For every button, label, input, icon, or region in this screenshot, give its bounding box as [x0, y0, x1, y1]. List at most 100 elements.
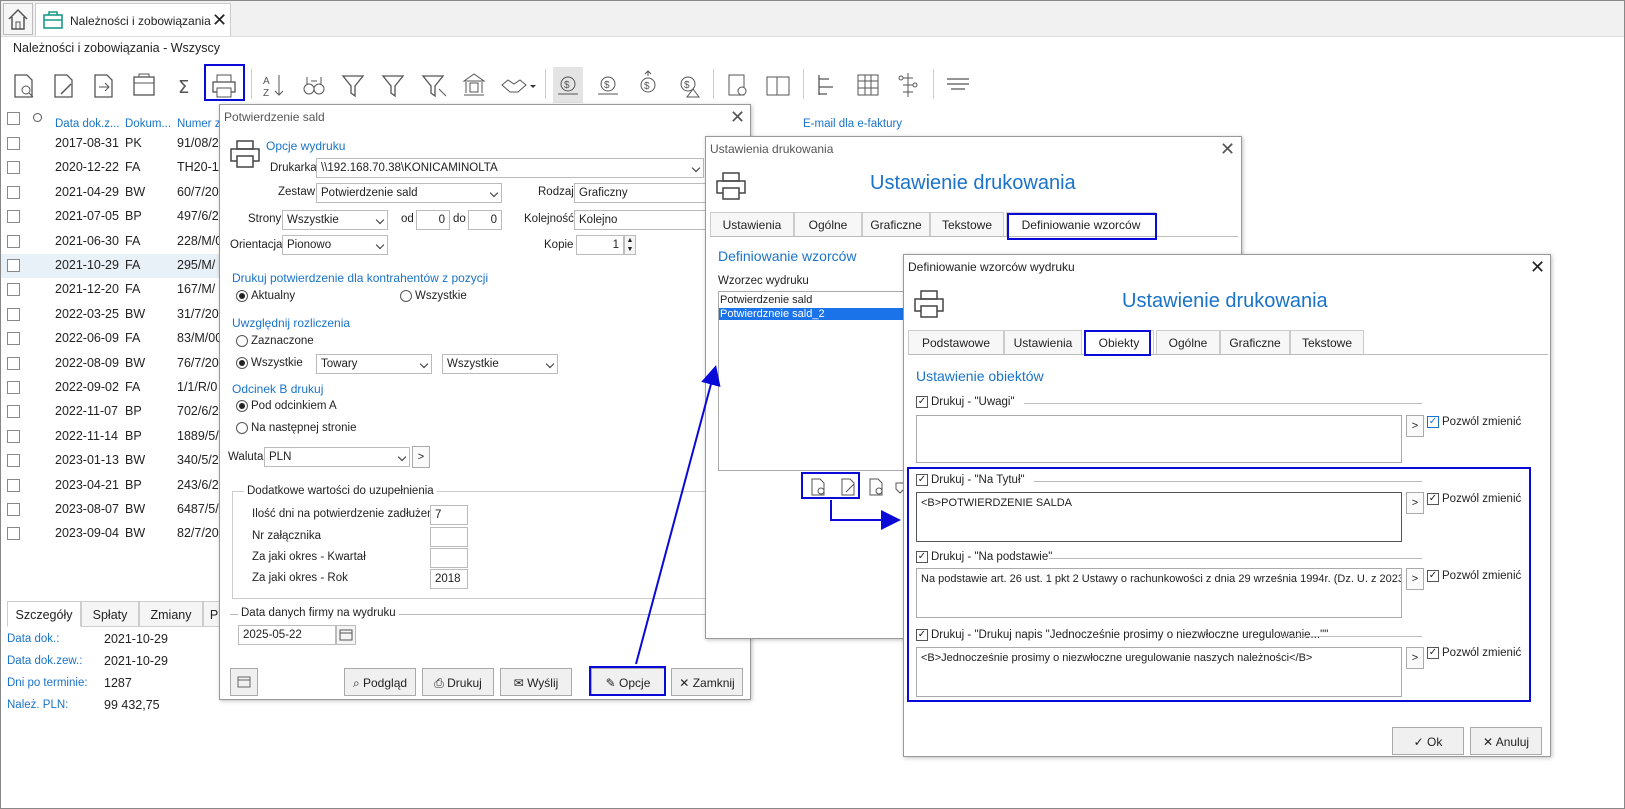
columns-icon[interactable]: [813, 67, 843, 103]
tab-graficzne[interactable]: Graficzne: [862, 212, 930, 236]
ilosc-input[interactable]: 7: [430, 505, 468, 525]
rok-input[interactable]: 2018: [430, 569, 468, 589]
table-row[interactable]: 2022-03-25 BW 31/7/20: [1, 303, 226, 327]
zestaw-select[interactable]: Potwierdzenie sald: [316, 183, 502, 203]
tab-ustawienia[interactable]: Ustawienia: [710, 212, 794, 236]
table-row[interactable]: 2021-06-30 FA 228/M/0: [1, 230, 226, 254]
wyslij-button[interactable]: ✉ Wyślij: [500, 668, 572, 696]
drukuj-button[interactable]: ⎙ Drukuj: [422, 668, 494, 696]
close-icon[interactable]: ✕: [730, 107, 745, 128]
row-checkbox[interactable]: [7, 161, 20, 175]
strony-select[interactable]: Wszystkie: [282, 210, 388, 230]
kolejnosc-select[interactable]: Kolejno: [574, 210, 706, 230]
row-checkbox[interactable]: [7, 332, 20, 346]
layout-button[interactable]: [230, 668, 258, 696]
close-icon[interactable]: ✕: [212, 10, 227, 31]
uwagi-more-button[interactable]: >: [1406, 415, 1424, 437]
row-checkbox[interactable]: [7, 381, 20, 394]
orientacja-select[interactable]: Pionowo: [282, 235, 388, 255]
towary-select[interactable]: Towary: [316, 354, 432, 374]
tree-icon[interactable]: [893, 67, 923, 103]
binoculars-icon[interactable]: [299, 67, 329, 103]
row-checkbox[interactable]: [7, 210, 20, 224]
table-row[interactable]: 2021-10-29 FA 295/M/: [1, 254, 226, 278]
select-all-checkbox[interactable]: [7, 112, 20, 125]
row-checkbox[interactable]: [7, 137, 20, 150]
table-row[interactable]: 2022-11-14 BP 1889/5/: [1, 425, 226, 449]
wzorzec-list[interactable]: Potwierdzenie sald Potwierdzneie sald_2: [718, 291, 908, 471]
register-icon[interactable]: [129, 67, 159, 103]
drukarka-select[interactable]: \\192.168.70.38\KONICAMINOLTA: [316, 158, 704, 178]
tab-ogolne[interactable]: Ogólne: [1156, 330, 1220, 354]
table-row[interactable]: 2017-08-31 PK 91/08/2: [1, 132, 226, 156]
tab-ogolne[interactable]: Ogólne: [794, 212, 862, 236]
row-checkbox[interactable]: [7, 259, 20, 272]
filter-clear-icon[interactable]: [419, 67, 449, 103]
copy-doc-icon[interactable]: [866, 477, 886, 497]
tab-szczegoly[interactable]: Szczegóły: [7, 601, 81, 627]
row-checkbox[interactable]: [7, 429, 20, 443]
close-icon[interactable]: ✕: [1220, 139, 1235, 160]
table-row[interactable]: 2023-04-21 BP 243/6/2: [1, 474, 226, 498]
document-search-icon[interactable]: [723, 67, 753, 103]
col-header-date[interactable]: Data dok.z...: [55, 118, 120, 130]
preview-doc-icon[interactable]: [9, 67, 39, 103]
anuluj-button[interactable]: ✕ Anuluj: [1470, 727, 1542, 755]
row-checkbox[interactable]: [7, 527, 20, 541]
row-checkbox[interactable]: [7, 185, 20, 199]
tab-naleznosci[interactable]: Należności i zobowiązania ✕: [35, 3, 231, 36]
table-row[interactable]: 2021-04-29 BW 60/7/20: [1, 181, 226, 205]
nrzal-input[interactable]: [430, 527, 468, 547]
grid-icon[interactable]: [853, 67, 883, 103]
data-input[interactable]: 2025-05-22: [238, 625, 336, 645]
table-row[interactable]: 2023-01-13 BW 340/5/2: [1, 449, 226, 473]
ok-button[interactable]: ✓ Ok: [1392, 727, 1464, 755]
row-checkbox[interactable]: [7, 283, 20, 297]
table-row[interactable]: 2022-11-07 BP 702/6/2: [1, 400, 226, 424]
book-icon[interactable]: [763, 67, 793, 103]
money-warning-icon[interactable]: $: [673, 67, 703, 103]
do-input[interactable]: 0: [468, 210, 502, 230]
od-input[interactable]: 0: [416, 210, 450, 230]
row-checkbox[interactable]: [7, 234, 20, 248]
money-down-icon[interactable]: $: [593, 67, 623, 103]
radio-aktualny[interactable]: [236, 290, 248, 302]
table-row[interactable]: 2022-06-09 FA 83/M/00: [1, 327, 226, 351]
kwartal-input[interactable]: [430, 548, 468, 568]
edit-doc-icon[interactable]: [49, 67, 79, 103]
radio-wszystkie-rozl[interactable]: [236, 357, 248, 369]
sum-icon[interactable]: Σ: [169, 67, 199, 103]
row-checkbox[interactable]: [7, 503, 20, 516]
handshake-icon[interactable]: [499, 67, 529, 103]
table-row[interactable]: 2022-08-09 BW 76/7/20: [1, 352, 226, 376]
table-row[interactable]: 2021-12-20 FA 167/M/: [1, 278, 226, 302]
uwagi-checkbox[interactable]: ✓: [916, 396, 928, 408]
uwagi-pozwol-checkbox[interactable]: ✓: [1427, 416, 1439, 428]
col-header-email[interactable]: E-mail dla e-faktury: [803, 118, 902, 130]
close-icon[interactable]: ✕: [1530, 257, 1545, 278]
tab-ustawienia[interactable]: Ustawienia: [1004, 330, 1082, 354]
filter-add-icon[interactable]: [339, 67, 369, 103]
table-row[interactable]: 2022-09-02 FA 1/1/R/0: [1, 376, 226, 400]
wszystkie-select[interactable]: Wszystkie: [442, 354, 558, 374]
home-icon[interactable]: [3, 3, 33, 35]
kopie-input[interactable]: 1: [576, 235, 624, 255]
list-item-selected[interactable]: Potwierdzneie sald_2: [719, 308, 907, 320]
row-checkbox[interactable]: [7, 478, 20, 492]
uwagi-textarea[interactable]: [916, 415, 1402, 463]
money-up-icon[interactable]: $: [633, 67, 663, 103]
sort-az-icon[interactable]: AZ: [259, 67, 289, 103]
radio-nastepna[interactable]: [236, 422, 248, 434]
tab-zmiany[interactable]: Zmiany: [139, 601, 203, 627]
tab-splaty[interactable]: Spłaty: [81, 601, 139, 627]
money-icon[interactable]: $: [553, 67, 583, 103]
list-item[interactable]: Potwierdzenie sald: [719, 292, 907, 308]
kopie-spinner[interactable]: ▲ ▼: [624, 235, 636, 255]
radio-pod-odcinkiem[interactable]: [236, 400, 248, 412]
waluta-more-button[interactable]: >: [412, 446, 430, 468]
row-checkbox[interactable]: [7, 454, 20, 468]
zamknij-button[interactable]: ✕ Zamknij: [671, 668, 743, 696]
bank-icon[interactable]: [459, 67, 489, 103]
tab-podstawowe[interactable]: Podstawowe: [908, 330, 1004, 354]
table-row[interactable]: 2023-09-04 BW 82/7/20: [1, 522, 226, 546]
